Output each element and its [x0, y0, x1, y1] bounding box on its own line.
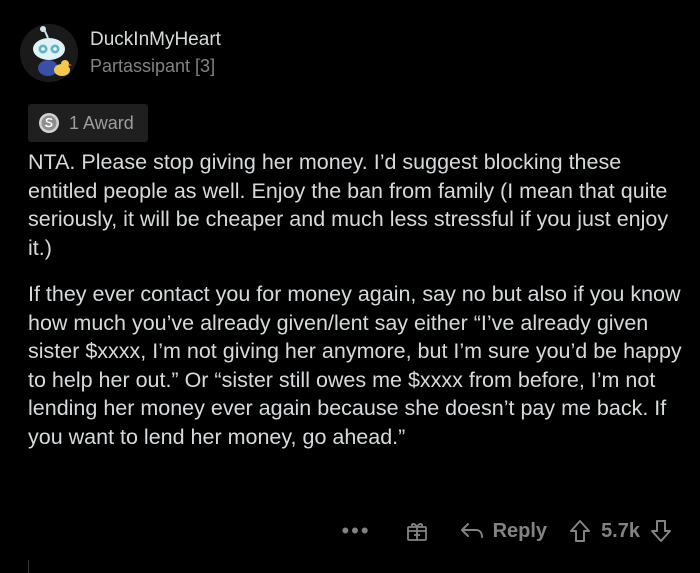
- vote-controls: 5.7k: [569, 519, 672, 543]
- username-link[interactable]: DuckInMyHeart: [90, 27, 221, 53]
- avatar[interactable]: [20, 24, 78, 82]
- snoo-avatar-icon: [20, 24, 78, 82]
- award-label: 1 Award: [69, 112, 134, 133]
- upvote-arrow-icon[interactable]: [569, 519, 591, 543]
- vote-score: 5.7k: [601, 519, 640, 542]
- award-badge[interactable]: 1 Award: [28, 104, 148, 142]
- gift-icon[interactable]: [405, 519, 429, 543]
- reply-arrow-icon: [459, 520, 485, 542]
- reply-button[interactable]: Reply: [459, 520, 547, 543]
- comment-paragraph: If they ever contact you for money again…: [28, 282, 682, 449]
- thread-line: [28, 560, 29, 573]
- comment-paragraph: NTA. Please stop giving her money. I’d s…: [28, 150, 669, 260]
- downvote-arrow-icon[interactable]: [650, 519, 672, 543]
- user-meta: DuckInMyHeart Partassipant [3]: [90, 27, 221, 79]
- more-options-button[interactable]: •••: [341, 518, 370, 544]
- reply-label: Reply: [492, 519, 548, 542]
- comment-actions: ••• Reply 5.7k: [341, 514, 672, 548]
- comment-body: NTA. Please stop giving her money. I’d s…: [28, 148, 688, 469]
- comment-card: DuckInMyHeart Partassipant [3] 1 Award N…: [0, 0, 700, 573]
- user-flair: Partassipant [3]: [90, 56, 216, 76]
- silver-award-icon: [38, 112, 60, 134]
- comment-header: DuckInMyHeart Partassipant [3]: [20, 24, 221, 82]
